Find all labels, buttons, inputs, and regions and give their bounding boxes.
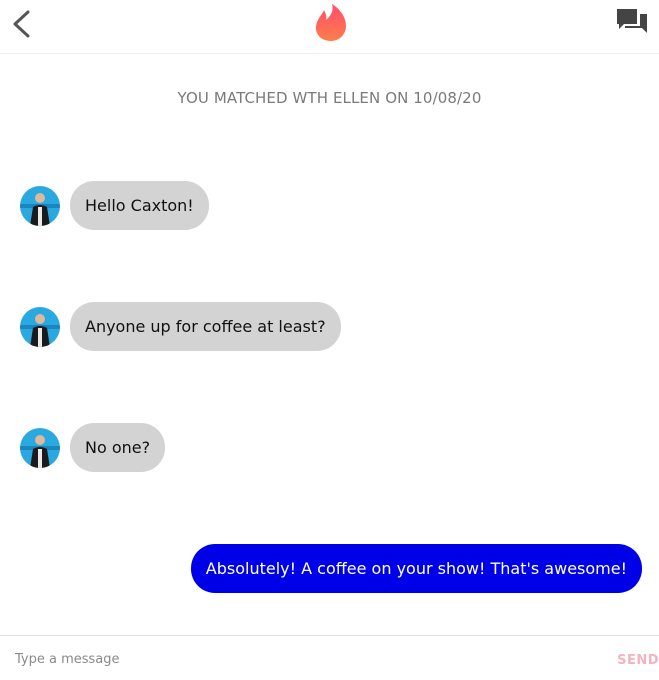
flame-icon (315, 4, 346, 41)
user-avatar-icon (20, 428, 60, 468)
message-row: Anyone up for coffee at least? (0, 302, 659, 352)
messages-button[interactable] (615, 7, 649, 39)
chevron-left-icon (13, 10, 30, 38)
user-avatar-icon (20, 186, 60, 226)
app-logo (313, 3, 349, 43)
back-button[interactable] (8, 8, 38, 40)
header (0, 0, 659, 54)
message-composer: SEND (0, 635, 659, 680)
avatar[interactable] (20, 428, 60, 468)
user-avatar-icon (20, 307, 60, 347)
message-input[interactable] (6, 644, 566, 674)
message-row: No one? (0, 423, 659, 473)
message-row: Hello Caxton! (0, 181, 659, 231)
match-notice: YOU MATCHED WTH ELLEN ON 10/08/20 (177, 89, 482, 107)
avatar[interactable] (20, 186, 60, 226)
avatar[interactable] (20, 307, 60, 347)
send-button[interactable]: SEND (617, 653, 659, 668)
message-row: Absolutely! A coffee on your show! That'… (0, 544, 659, 594)
message-bubble-incoming: No one? (70, 423, 166, 472)
message-bubble-incoming: Anyone up for coffee at least? (70, 302, 341, 351)
message-bubble-outgoing: Absolutely! A coffee on your show! That'… (190, 544, 642, 593)
chat-screen: YOU MATCHED WTH ELLEN ON 10/08/20 Hello … (0, 0, 659, 680)
message-bubble-incoming: Hello Caxton! (70, 181, 209, 230)
chat-bubbles-icon (617, 9, 647, 33)
